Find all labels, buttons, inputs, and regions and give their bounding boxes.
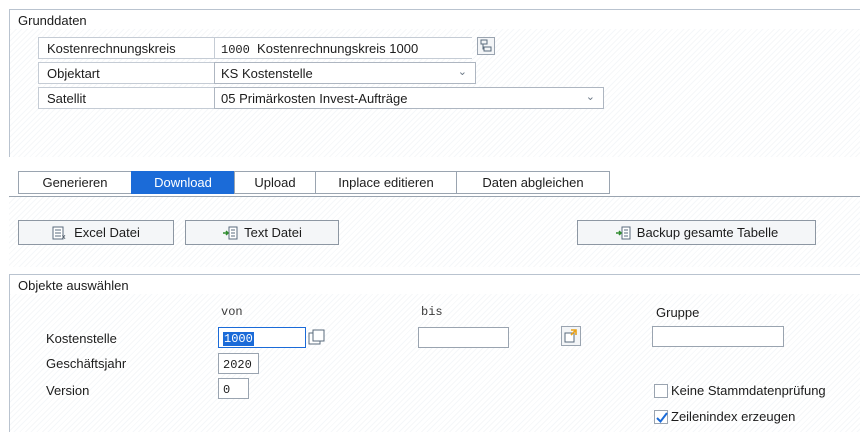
krkreis-label: Kostenrechnungskreis <box>38 37 214 59</box>
tab-inplace-editieren[interactable]: Inplace editieren <box>315 171 456 194</box>
chevron-down-icon: ⌄ <box>585 91 595 103</box>
version-label: Version <box>46 383 90 398</box>
grunddaten-title: Grunddaten <box>18 13 87 28</box>
tab-download[interactable]: Download <box>131 171 234 194</box>
satellit-label: Satellit <box>38 87 214 109</box>
keine-stammdaten-label: Keine Stammdatenprüfung <box>671 383 826 398</box>
col-gruppe-header: Gruppe <box>656 305 700 320</box>
gruppe-input[interactable] <box>652 326 784 347</box>
excel-icon: x <box>52 226 68 241</box>
krkreis-code: 1000 <box>221 43 250 57</box>
objekte-title: Objekte auswählen <box>18 278 129 293</box>
svg-text:x: x <box>62 234 66 240</box>
text-file-button[interactable]: Text Datei <box>185 220 339 245</box>
zeilenindex-checkbox[interactable] <box>654 410 668 424</box>
kostenstelle-label: Kostenstelle <box>46 331 117 346</box>
excel-file-button[interactable]: x Excel Datei <box>18 220 174 245</box>
grunddaten-header: Grunddaten <box>9 9 860 29</box>
krkreis-text: Kostenrechnungskreis 1000 <box>257 41 419 56</box>
objektart-select[interactable]: KS Kostenstelle ⌄ <box>214 62 476 84</box>
export-backup-icon <box>615 226 631 240</box>
multiple-selection-icon[interactable] <box>561 326 581 346</box>
kostenstelle-bis-input[interactable] <box>418 327 509 348</box>
satellit-select[interactable]: 05 Primärkosten Invest-Aufträge ⌄ <box>214 87 604 109</box>
backup-table-button[interactable]: Backup gesamte Tabelle <box>577 220 816 245</box>
value-help-icon[interactable] <box>308 329 326 346</box>
geschaeftsjahr-input[interactable]: 2020 <box>218 353 259 374</box>
tab-daten-abgleichen[interactable]: Daten abgleichen <box>456 171 610 194</box>
col-von-header: von <box>221 305 243 319</box>
zeilenindex-label: Zeilenindex erzeugen <box>671 409 796 424</box>
col-bis-header: bis <box>421 305 443 319</box>
backup-table-label: Backup gesamte Tabelle <box>636 225 779 240</box>
excel-file-label: Excel Datei <box>74 225 140 240</box>
tab-upload[interactable]: Upload <box>234 171 315 194</box>
geschaeftsjahr-label: Geschäftsjahr <box>46 356 127 371</box>
objektart-label: Objektart <box>38 62 214 84</box>
keine-stammdaten-checkbox[interactable] <box>654 384 668 398</box>
checkmark-icon <box>656 412 668 424</box>
satellit-value: 05 Primärkosten Invest-Aufträge <box>221 91 408 106</box>
kostenstelle-von-value: 1000 <box>223 332 254 346</box>
krkreis-value: 1000 Kostenrechnungskreis 1000 <box>214 37 472 59</box>
tab-generieren[interactable]: Generieren <box>18 171 131 194</box>
kostenstelle-von-input[interactable]: 1000 <box>218 327 306 348</box>
text-file-label: Text Datei <box>244 225 302 240</box>
version-input[interactable]: 0 <box>218 378 249 399</box>
tabstrip: Generieren Download Upload Inplace editi… <box>18 171 610 195</box>
chevron-down-icon: ⌄ <box>457 66 467 78</box>
hierarchy-icon[interactable] <box>477 37 495 55</box>
geschaeftsjahr-value: 2020 <box>223 358 252 372</box>
version-value: 0 <box>223 383 231 397</box>
export-text-icon <box>222 226 238 240</box>
objektart-value: KS Kostenstelle <box>221 66 313 81</box>
objekte-header: Objekte auswählen <box>9 274 860 294</box>
